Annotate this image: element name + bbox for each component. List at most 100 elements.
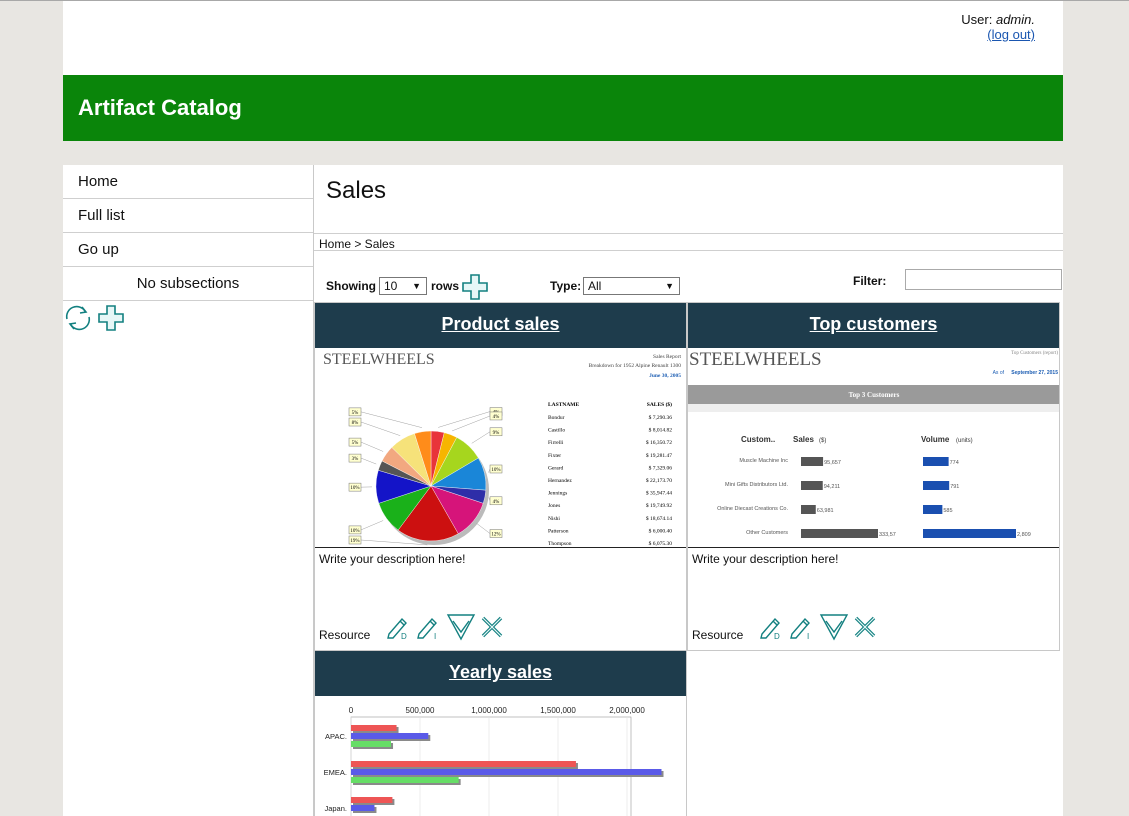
filter-label: Filter: — [853, 274, 887, 288]
volume-value: 791 — [950, 484, 959, 490]
sales-table: Bondur $ 7,290.36 Castillo $ 8,014.82 Firrel… — [548, 414, 672, 547]
card-title-link[interactable]: Yearly sales — [449, 662, 552, 682]
chevron-down-icon: ▼ — [665, 281, 674, 291]
add-icon[interactable] — [97, 304, 125, 337]
card-resource-bar: Resource — [319, 628, 370, 642]
card-header: Top customers — [688, 303, 1059, 348]
download-icon[interactable] — [446, 612, 476, 645]
band-text: Top 3 Customers — [849, 391, 900, 399]
pie-leader-line — [438, 411, 491, 428]
x-tick-label: 2,000,000 — [609, 706, 645, 715]
edit-description-icon[interactable]: D — [758, 614, 784, 643]
sales-value: 63,981 — [817, 508, 834, 514]
brand-text: STEELWHEELS — [323, 351, 435, 368]
card-description-area: Write your description here! Resource D … — [315, 548, 686, 650]
edit-info-icon[interactable]: I — [788, 614, 814, 643]
card-header: Product sales — [315, 303, 686, 348]
sales-value: 94,211 — [824, 484, 840, 490]
sidebar: Home Full list Go up No subsections — [63, 165, 313, 816]
yearly-bar — [351, 725, 397, 731]
sales-row-value: $ 7,290.36 — [649, 414, 673, 421]
sales-row-name: Fixter — [548, 453, 561, 459]
sales-row-name: Nishi — [548, 516, 560, 522]
resource-label: Resource — [692, 628, 744, 642]
category-label: EMEA. — [324, 768, 347, 777]
product-sales-thumbnail[interactable]: STEELWHEELS Sales Report Breakdown for 1… — [315, 348, 686, 548]
sales-row-name: Firrelli — [548, 440, 564, 446]
artifact-card-yearly-sales: Yearly sales 0 500,000 1,000,000 1,500,000 2… — [314, 650, 687, 816]
resource-label: Resource — [319, 628, 371, 642]
card-description: Write your description here! — [319, 552, 466, 566]
pie-label: 9% — [493, 431, 500, 436]
sales-row-value: $ 8,014.82 — [649, 427, 673, 434]
yearly-sales-chart: 0 500,000 1,000,000 1,500,000 2,000,000 APAC.… — [324, 706, 664, 816]
delete-icon[interactable] — [853, 615, 877, 642]
report-title-text: Top Customers (report) — [1011, 351, 1058, 356]
pie-label: 10% — [491, 468, 500, 473]
refresh-icon[interactable] — [63, 304, 93, 337]
pie-label: 19% — [350, 539, 359, 544]
rows-select[interactable]: 10 ▼ — [379, 277, 427, 295]
pie-leader-line — [360, 421, 401, 436]
sales-row-value: $ 19,749.92 — [646, 502, 672, 509]
artifact-card-top-customers: Top customers STEELWHEELS Top Customers … — [687, 302, 1060, 651]
sales-row-value: $ 22,173.70 — [646, 477, 672, 484]
top-customers-thumbnail[interactable]: STEELWHEELS Top Customers (report) As of… — [688, 348, 1059, 548]
yearly-sales-thumbnail[interactable]: 0 500,000 1,000,000 1,500,000 2,000,000 APAC.… — [315, 696, 686, 816]
sales-row-value: $ 19,281.47 — [646, 452, 672, 459]
volume-value: 774 — [950, 460, 959, 466]
top-customers-report-image: STEELWHEELS Top Customers (report) As of… — [688, 349, 1059, 538]
customer-name: Online Diecast Creations Co. — [717, 506, 788, 512]
sidebar-item-home[interactable]: Home — [63, 165, 313, 199]
sales-row-name: Patterson — [548, 528, 569, 534]
page-title: Sales — [326, 177, 387, 204]
download-icon[interactable] — [819, 612, 849, 645]
edit-info-icon[interactable]: I — [415, 614, 441, 643]
yearly-bar — [351, 797, 393, 803]
volume-bar — [923, 457, 949, 466]
pie-leader-line — [476, 523, 491, 534]
customer-name: Other Customers — [746, 530, 788, 536]
report-band-shadow — [688, 404, 1059, 412]
col-sales-header: Sales — [793, 435, 814, 444]
sales-row-name: Jones — [548, 503, 560, 509]
x-tick-label: 1,500,000 — [540, 706, 576, 715]
category-label: APAC. — [325, 732, 347, 741]
card-title-link[interactable]: Top customers — [810, 314, 938, 334]
report-title-text: Sales Report — [653, 354, 681, 360]
sales-bar — [801, 505, 816, 514]
edit-description-icon[interactable]: D — [385, 614, 411, 643]
svg-text:D: D — [774, 632, 780, 640]
yearly-bar — [351, 733, 429, 739]
sales-row-value: $ 16,350.72 — [646, 439, 672, 446]
sales-value: 95,657 — [824, 460, 841, 466]
pie-label: 12% — [491, 533, 500, 538]
sidebar-item-full-list[interactable]: Full list — [63, 199, 313, 233]
sales-bar — [801, 481, 823, 490]
sidebar-item-go-up[interactable]: Go up — [63, 233, 313, 267]
customers-chart: Muscle Machine Inc 95,657 774 Mini Gifts Di… — [717, 457, 1031, 538]
pie-leader-line — [360, 441, 384, 452]
filter-input[interactable] — [905, 269, 1062, 290]
delete-icon[interactable] — [480, 615, 504, 642]
artifact-card-product-sales: Product sales STEELWHEELS Sales Report B… — [314, 302, 687, 651]
svg-text:I: I — [434, 632, 436, 640]
add-row-icon[interactable] — [461, 273, 489, 304]
sales-row-name: Jennings — [548, 491, 567, 497]
chevron-down-icon: ▼ — [412, 281, 421, 291]
logout-link[interactable]: (log out) — [987, 27, 1035, 42]
card-title-link[interactable]: Product sales — [441, 314, 559, 334]
sales-row-name: Castillo — [548, 428, 565, 434]
pie-label: 4% — [493, 500, 500, 505]
sales-bar — [801, 457, 824, 466]
yearly-bar — [351, 805, 375, 811]
yearly-bar — [351, 761, 576, 767]
report-subtitle-text: Breakdown for 1952 Alpine Renault 1300 — [589, 362, 682, 369]
pie-leader-line — [360, 457, 377, 465]
report-date-text: June 30, 2005 — [649, 373, 681, 379]
customer-name: Mini Gifts Distributors Ltd. — [725, 482, 788, 488]
as-of-label: As of — [993, 370, 1005, 376]
type-select[interactable]: All ▼ — [583, 277, 680, 295]
app-title: Artifact Catalog — [78, 95, 242, 120]
product-sales-report-image: STEELWHEELS Sales Report Breakdown for 1… — [323, 351, 682, 547]
